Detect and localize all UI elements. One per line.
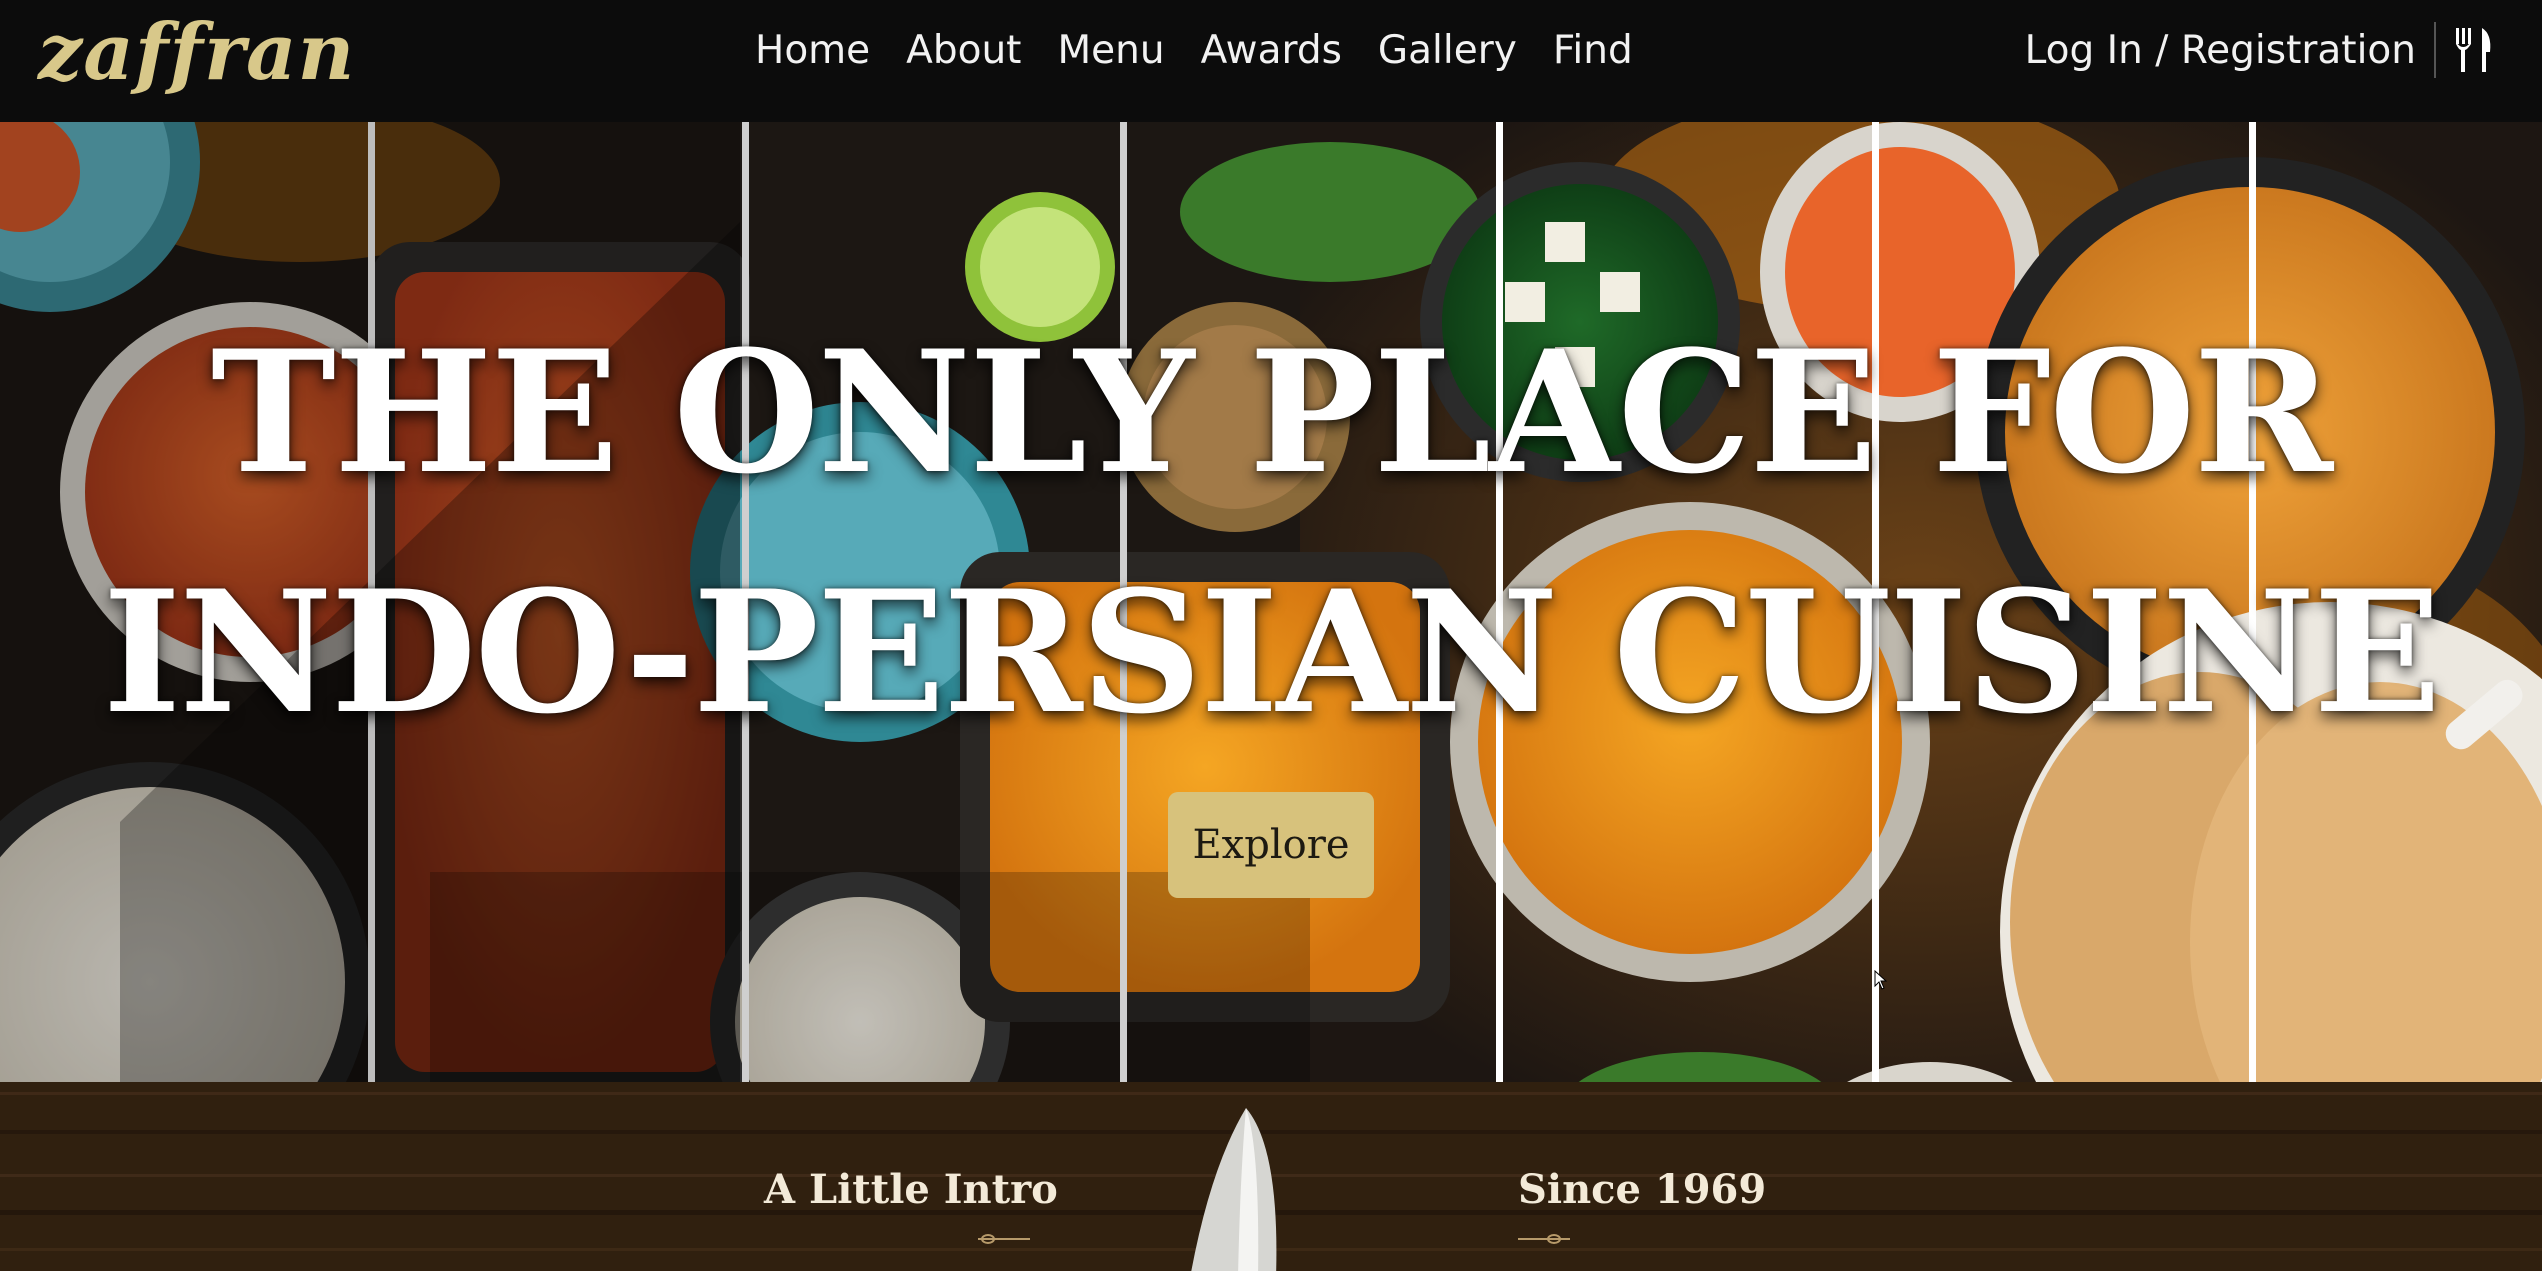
nav-divider (2434, 22, 2436, 78)
hero-title: THE ONLY PLACE FOR INDO-PERSIAN CUISINE (0, 292, 2542, 772)
logo[interactable]: zaffran (38, 14, 355, 92)
intro-section: A Little Intro Since 1969 (0, 1082, 2542, 1271)
nav-menu[interactable]: Menu (1057, 24, 1164, 78)
ornament-divider-icon (1518, 1234, 1570, 1244)
main-nav: Home About Menu Awards Gallery Find (755, 24, 1633, 78)
ornament-divider-icon (978, 1234, 1030, 1244)
nav-gallery[interactable]: Gallery (1378, 24, 1517, 78)
since-heading: Since 1969 (1518, 1166, 1767, 1213)
hero-title-line-2: INDO-PERSIAN CUISINE (102, 553, 2442, 751)
mouse-cursor-icon (1874, 970, 1888, 990)
hero-title-line-1: THE ONLY PLACE FOR (210, 313, 2333, 511)
navbar: zaffran Home About Menu Awards Gallery F… (0, 0, 2542, 122)
nav-about[interactable]: About (906, 24, 1021, 78)
explore-button[interactable]: Explore (1168, 792, 1374, 898)
nav-awards[interactable]: Awards (1201, 24, 1342, 78)
cutlery-icon[interactable] (2452, 26, 2494, 74)
intro-heading: A Little Intro (764, 1166, 1058, 1213)
nav-find[interactable]: Find (1553, 24, 1633, 78)
knife-image (1191, 1108, 1277, 1271)
nav-home[interactable]: Home (755, 24, 870, 78)
login-registration-link[interactable]: Log In / Registration (2025, 24, 2416, 78)
hero-section: THE ONLY PLACE FOR INDO-PERSIAN CUISINE … (0, 122, 2542, 1082)
